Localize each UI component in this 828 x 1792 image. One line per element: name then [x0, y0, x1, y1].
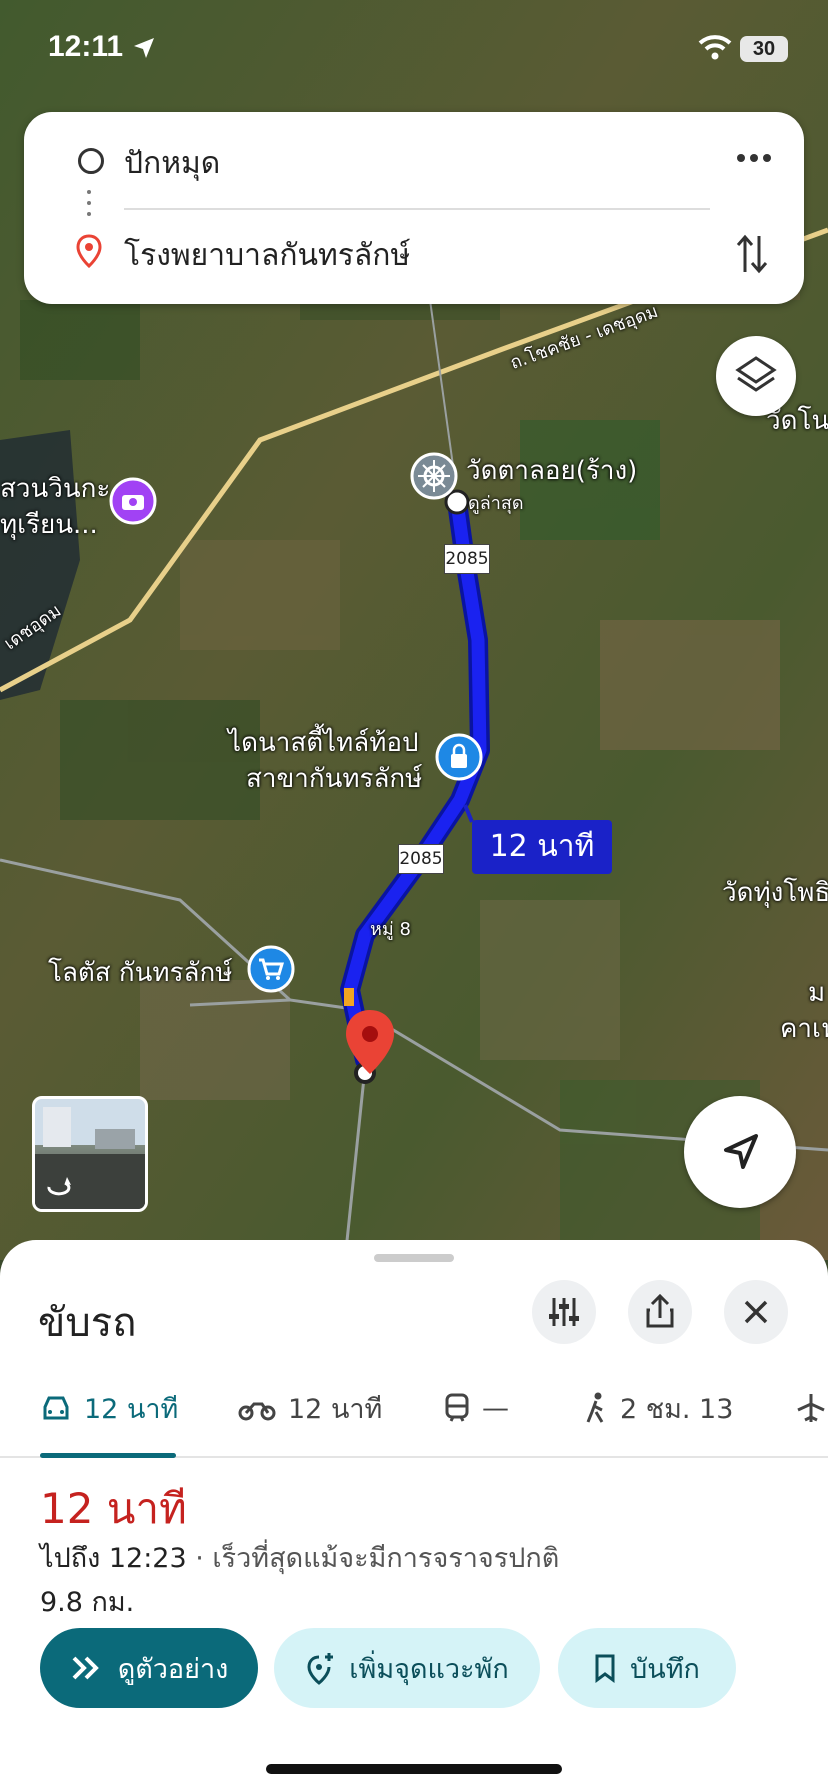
label-dynasty-2[interactable]: สาขากันทรลักษ์: [246, 758, 422, 799]
tab-driving-label: 12 นาที: [84, 1393, 179, 1425]
label-moo8: หมู่ 8: [370, 919, 411, 940]
close-icon: [744, 1300, 768, 1324]
connector-dots: [87, 190, 91, 223]
save-button[interactable]: บันทึก: [558, 1628, 736, 1708]
label-dynasty-1[interactable]: ไดนาสตี้ไทล์ท้อป: [228, 722, 419, 763]
tab-motorcycle[interactable]: 12 นาที: [238, 1360, 382, 1456]
tab-driving[interactable]: 12 นาที: [40, 1360, 178, 1456]
save-label: บันทึก: [630, 1653, 700, 1685]
arrival-info: ไปถึง 12:23 · เร็วที่สุดแม้จะมีการจราจรป…: [40, 1536, 559, 1579]
destination-field[interactable]: โรงพยาบาลกันทรลักษ์: [124, 232, 410, 279]
tab-transit[interactable]: —: [444, 1360, 509, 1456]
share-icon: [646, 1293, 674, 1328]
sheet-title: ขับรถ: [38, 1300, 137, 1346]
arrival-time: ไปถึง 12:23: [40, 1543, 187, 1574]
more-options-icon[interactable]: [736, 152, 772, 164]
destination-pin-icon[interactable]: [344, 1008, 396, 1076]
label-wat-thung[interactable]: วัดทุ่งโพธิ: [722, 872, 828, 913]
bookmark-icon: [595, 1654, 615, 1683]
tab-flight[interactable]: [794, 1360, 828, 1456]
active-tab-indicator: [40, 1453, 176, 1458]
travel-mode-tabs: 12 นาที 12 นาที — 2 ชม. 13: [0, 1360, 828, 1458]
label-wat-talloi[interactable]: วัดตาลอย(ร้าง): [466, 450, 637, 491]
airplane-icon: [797, 1394, 825, 1422]
eta-bubble[interactable]: 12 นาที: [472, 820, 612, 874]
label-left-2[interactable]: ทุเรียน...: [0, 504, 98, 545]
layers-button[interactable]: [716, 336, 796, 416]
preview-button[interactable]: ดูตัวอย่าง: [40, 1628, 258, 1708]
tab-walking[interactable]: 2 ชม. 13: [584, 1360, 733, 1456]
label-right-ka: คาเฟ: [780, 1014, 828, 1044]
arrival-note: · เร็วที่สุดแม้จะมีการจราจรปกติ: [186, 1543, 560, 1574]
route-duration: 12 นาที: [40, 1484, 187, 1533]
shopping-bag-pin-icon[interactable]: [434, 732, 484, 782]
label-latest: ดูล่าสุด: [468, 493, 524, 514]
location-arrow-icon: [134, 38, 154, 58]
transit-icon: [445, 1393, 469, 1422]
tab-walking-label: 2 ชม. 13: [620, 1393, 734, 1425]
add-location-icon: [307, 1653, 334, 1685]
tune-icon: [549, 1298, 579, 1326]
label-left-1[interactable]: สวนวินกะ: [0, 468, 110, 509]
sheet-handle[interactable]: [374, 1254, 454, 1262]
camera-pin-icon[interactable]: [108, 476, 158, 526]
cart-pin-icon[interactable]: [246, 944, 296, 994]
street-view-preview: [35, 1107, 145, 1209]
add-stop-button[interactable]: เพิ่มจุดแวะพัก: [274, 1628, 540, 1708]
home-indicator[interactable]: [266, 1764, 562, 1774]
temple-pin-icon[interactable]: [410, 452, 458, 500]
label-right-m: ม: [808, 978, 826, 1008]
origin-field[interactable]: ปักหมุด: [124, 140, 220, 187]
motorcycle-icon: [238, 1402, 276, 1421]
add-stop-label: เพิ่มจุดแวะพัก: [349, 1653, 509, 1685]
status-time: 12:11: [48, 30, 124, 63]
double-chevron-icon: [72, 1656, 99, 1680]
layers-icon: [735, 356, 777, 392]
car-icon: [43, 1396, 69, 1420]
route-options-button[interactable]: [532, 1280, 596, 1344]
directions-sheet: ขับรถ 12 นาที 12 นาที — 2 ชม. 13 12 นาที…: [0, 1240, 828, 1792]
swap-directions-icon[interactable]: [736, 232, 768, 276]
navigation-arrow-icon: [724, 1134, 758, 1169]
label-lotus[interactable]: โลตัส กันทรลักษ์: [48, 952, 232, 993]
destination-marker-icon: [76, 234, 102, 268]
status-bar: 12:11 30: [0, 0, 828, 100]
route-card: ปักหมุด โรงพยาบาลกันทรลักษ์: [24, 112, 804, 304]
route-distance: 9.8 กม.: [40, 1587, 135, 1618]
street-view-thumbnail[interactable]: [32, 1096, 148, 1212]
close-button[interactable]: [724, 1280, 788, 1344]
tab-transit-label: —: [482, 1392, 509, 1424]
tab-motorcycle-label: 12 นาที: [288, 1393, 383, 1425]
route-shield: 2085: [398, 844, 444, 874]
origin-circle-icon: [78, 148, 104, 174]
battery-indicator: 30: [740, 36, 788, 62]
route-shield: 2085: [444, 544, 490, 574]
wifi-icon: [698, 35, 732, 60]
share-button[interactable]: [628, 1280, 692, 1344]
walk-icon: [586, 1392, 604, 1423]
preview-label: ดูตัวอย่าง: [117, 1653, 229, 1685]
divider: [124, 208, 710, 210]
recenter-button[interactable]: [684, 1096, 796, 1208]
